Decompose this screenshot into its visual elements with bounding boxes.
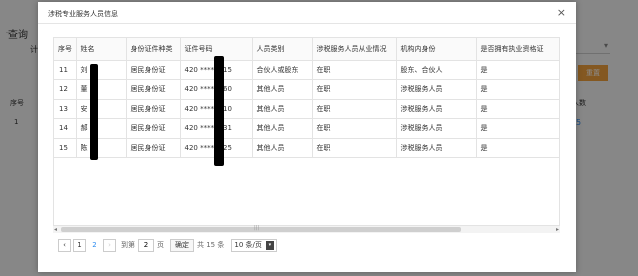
- cell-id-type: 居民身份证: [126, 138, 181, 158]
- cell-role: 涉税服务人员: [396, 79, 477, 100]
- cell-status: 在职: [312, 79, 397, 100]
- col-header: 是否拥有执业资格证: [476, 38, 559, 61]
- goto-page-input[interactable]: [138, 238, 154, 252]
- page-size-value: 10 条/页: [234, 240, 262, 249]
- modal-title: 涉税专业服务人员信息: [48, 10, 118, 18]
- modal-header: 涉税专业服务人员信息 ×: [38, 2, 576, 24]
- prev-page-button[interactable]: ‹: [58, 238, 71, 252]
- cell-role: 涉税服务人员: [396, 138, 477, 158]
- cell-cert: 是: [476, 60, 559, 80]
- cell-no: 11: [54, 60, 77, 80]
- name-redaction: [90, 64, 98, 160]
- col-header: 涉税服务人员从业情况: [312, 38, 397, 61]
- cell-cert: 是: [476, 138, 559, 158]
- cell-role: 涉税服务人员: [396, 99, 477, 119]
- cell-status: 在职: [312, 60, 397, 80]
- cell-role: 涉税服务人员: [396, 118, 477, 139]
- pagination: ‹ 1 2 › 到第 页 确定 共 15 条 10 条/页 ▾: [58, 238, 277, 252]
- table-row[interactable]: 14 郝 居民身份证 420 ****1131 其他人员 在职 涉税服务人员 是: [54, 118, 559, 139]
- cell-no: 14: [54, 118, 77, 139]
- table-row[interactable]: 11 刘 居民身份证 420 ****4015 合伙人或股东 在职 股东、合伙人…: [54, 60, 559, 80]
- table-header-row: 序号 姓名 身份证件种类 证件号码 人员类别 涉税服务人员从业情况 机构内身份 …: [54, 38, 559, 61]
- cell-category: 其他人员: [252, 118, 313, 139]
- cell-id-type: 居民身份证: [126, 118, 181, 139]
- page-2-button[interactable]: 2: [88, 239, 101, 252]
- cell-name: 刘: [76, 60, 127, 80]
- grip-icon: |||: [254, 225, 260, 231]
- cell-name: 董: [76, 79, 127, 100]
- cell-status: 在职: [312, 118, 397, 139]
- col-header: 人员类别: [252, 38, 313, 61]
- cell-category: 合伙人或股东: [252, 60, 313, 80]
- page-unit-label: 页: [157, 241, 164, 249]
- scroll-thumb[interactable]: |||: [61, 225, 461, 232]
- cell-name: 陈: [76, 138, 127, 158]
- scroll-right-icon[interactable]: ▸: [556, 226, 559, 233]
- confirm-button[interactable]: 确定: [170, 238, 194, 252]
- next-page-button[interactable]: ›: [103, 238, 116, 252]
- page-1-button[interactable]: 1: [73, 238, 86, 252]
- horizontal-scrollbar[interactable]: ◂ ||| ▸: [53, 225, 560, 233]
- cell-id-type: 居民身份证: [126, 99, 181, 119]
- cell-status: 在职: [312, 138, 397, 158]
- cell-name: 郝: [76, 118, 127, 139]
- cell-category: 其他人员: [252, 138, 313, 158]
- cell-no: 13: [54, 99, 77, 119]
- staff-table: 序号 姓名 身份证件种类 证件号码 人员类别 涉税服务人员从业情况 机构内身份 …: [53, 37, 560, 227]
- cell-cert: 是: [476, 99, 559, 119]
- col-header: 身份证件种类: [126, 38, 181, 61]
- cell-name: 安: [76, 99, 127, 119]
- col-header: 序号: [54, 38, 77, 61]
- scroll-left-icon[interactable]: ◂: [54, 226, 57, 233]
- cell-no: 15: [54, 138, 77, 158]
- total-count: 共 15 条: [197, 241, 225, 249]
- cell-id-type: 居民身份证: [126, 60, 181, 80]
- cell-cert: 是: [476, 79, 559, 100]
- table-row[interactable]: 12 董 居民身份证 420 ****0860 其他人员 在职 涉税服务人员 是: [54, 79, 559, 100]
- col-header: 机构内身份: [396, 38, 477, 61]
- cell-id-type: 居民身份证: [126, 79, 181, 100]
- cell-no: 12: [54, 79, 77, 100]
- table-row[interactable]: 15 陈 居民身份证 420 ****0025 其他人员 在职 涉税服务人员 是: [54, 138, 559, 158]
- cell-category: 其他人员: [252, 99, 313, 119]
- col-header: 姓名: [76, 38, 127, 61]
- close-icon[interactable]: ×: [557, 6, 566, 19]
- cell-role: 股东、合伙人: [396, 60, 477, 80]
- cell-category: 其他人员: [252, 79, 313, 100]
- cell-cert: 是: [476, 118, 559, 139]
- chevron-down-icon: ▾: [265, 240, 274, 250]
- page-size-select[interactable]: 10 条/页 ▾: [231, 238, 277, 252]
- goto-label: 到第: [121, 241, 135, 249]
- table-row[interactable]: 13 安 居民身份证 420 ****0410 其他人员 在职 涉税服务人员 是: [54, 99, 559, 119]
- id-redaction: [214, 56, 224, 166]
- cell-status: 在职: [312, 99, 397, 119]
- staff-info-modal: 涉税专业服务人员信息 × 序号 姓名 身份证件种类 证件号码 人员类别 涉税服务…: [38, 2, 576, 272]
